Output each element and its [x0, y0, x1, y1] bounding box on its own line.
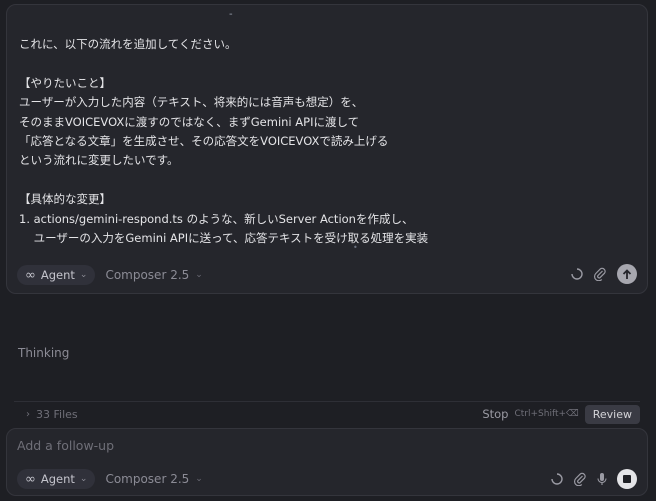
stop-shortcut: Ctrl+Shift+⌫	[514, 409, 579, 419]
chevron-right-icon: ›	[26, 408, 30, 420]
message-line: という流れに変更したいです。	[19, 153, 179, 168]
follow-up-controls: ∞ Agent ⌄ Composer 2.5 ⌄	[17, 469, 203, 489]
send-button[interactable]	[617, 264, 637, 284]
model-label: Composer 2.5	[105, 472, 190, 486]
agent-mode-selector[interactable]: ∞ Agent ⌄	[17, 265, 96, 285]
top-dot: -	[229, 9, 233, 20]
chevron-down-icon: ⌄	[195, 270, 203, 280]
message-line	[19, 54, 629, 73]
follow-up-input[interactable]: Add a follow-up	[17, 438, 114, 453]
agent-mode-label: Agent	[40, 472, 75, 486]
message-line: 1. actions/gemini-respond.ts のような、新しいSer…	[19, 211, 414, 226]
follow-up-composer: Add a follow-up ∞ Agent ⌄ Composer 2.5 ⌄	[6, 428, 648, 496]
infinity-icon: ∞	[25, 267, 36, 283]
message-line: 【やりたいこと】	[19, 75, 111, 90]
mid-dot: •	[353, 243, 358, 252]
files-toggle[interactable]: › 33 Files	[26, 408, 78, 421]
chevron-down-icon: ⌄	[195, 474, 203, 484]
stop-icon[interactable]	[617, 469, 637, 489]
model-selector[interactable]: Composer 2.5 ⌄	[105, 472, 202, 486]
paperclip-icon[interactable]	[573, 472, 587, 486]
message-line: 「応答となる文章」を生成させ、その応答文をVOICEVOXで読み上げる	[19, 134, 389, 149]
composer-controls: ∞ Agent ⌄ Composer 2.5 ⌄	[17, 265, 203, 285]
user-message-card[interactable]: - これに、以下の流れを追加してください。 【やりたいこと】ユーザーが入力した内…	[6, 4, 648, 294]
message-line: ユーザーが入力した内容（テキスト、将来的には音声も想定）を、	[19, 95, 364, 110]
message-line: これに、以下の流れを追加してください。	[19, 37, 237, 51]
composer-actions	[571, 264, 637, 284]
message-line: そのままVOICEVOXに渡すのではなく、まずGemini APIに渡して	[19, 114, 360, 129]
message-line	[19, 171, 629, 190]
agent-mode-label: Agent	[40, 268, 75, 282]
thinking-status: Thinking	[18, 346, 70, 360]
files-bar: › 33 Files Stop Ctrl+Shift+⌫ Review	[14, 401, 640, 426]
chevron-down-icon: ⌄	[79, 474, 88, 484]
message-line: 【具体的な変更】	[19, 192, 111, 207]
message-line: ユーザーの入力をGemini APIに送って、応答テキストを受け取る処理を実装	[19, 231, 429, 246]
model-label: Composer 2.5	[105, 268, 190, 282]
infinity-icon: ∞	[25, 471, 36, 487]
microphone-icon[interactable]	[597, 472, 607, 486]
stop-button[interactable]: Stop	[482, 407, 508, 421]
chevron-down-icon: ⌄	[79, 270, 88, 280]
review-button[interactable]: Review	[584, 404, 640, 424]
arrow-up-icon	[622, 268, 632, 279]
agent-mode-selector[interactable]: ∞ Agent ⌄	[17, 469, 96, 489]
model-selector[interactable]: Composer 2.5 ⌄	[105, 268, 202, 282]
user-message-text: これに、以下の流れを追加してください。 【やりたいこと】ユーザーが入力した内容（…	[19, 35, 629, 248]
spinner-icon	[551, 473, 563, 485]
files-count: 33 Files	[36, 407, 78, 421]
follow-up-actions	[551, 469, 637, 489]
spinner-icon	[571, 268, 583, 280]
paperclip-icon[interactable]	[593, 267, 607, 281]
